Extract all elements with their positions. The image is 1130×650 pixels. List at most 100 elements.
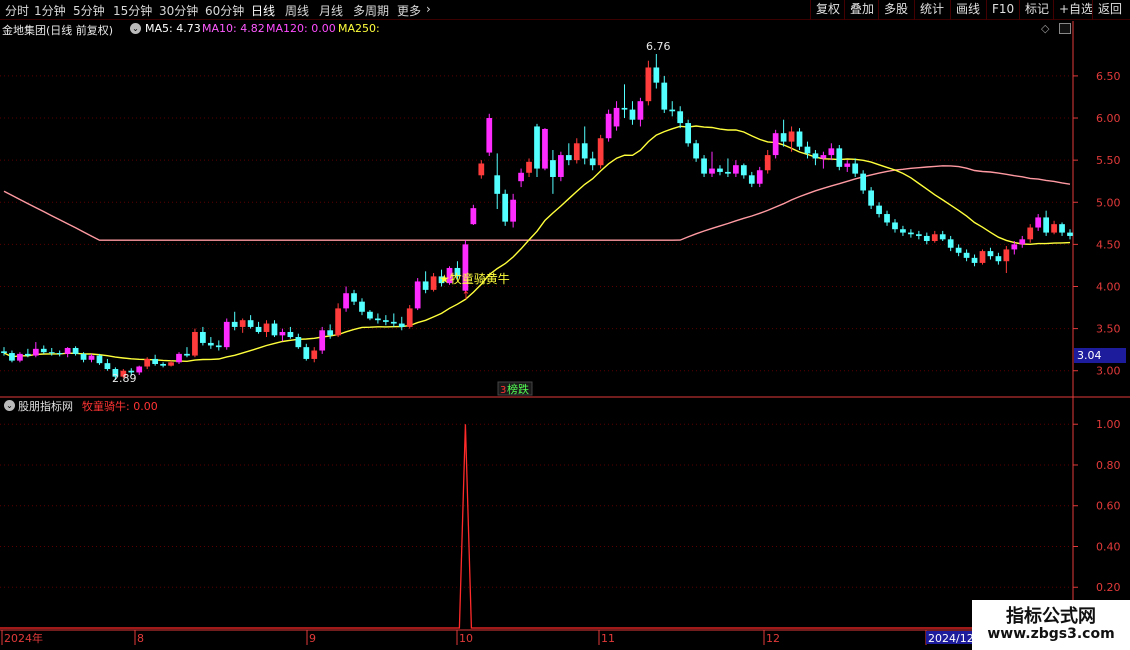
candle-body xyxy=(295,337,302,348)
watermark-url: www.zbgs3.com xyxy=(987,626,1115,642)
candle-body xyxy=(207,342,214,346)
candle-body xyxy=(48,352,55,354)
candle-body xyxy=(645,67,652,102)
candle-body xyxy=(693,143,699,159)
candle-body xyxy=(88,355,95,360)
candle-body xyxy=(828,148,835,156)
candle-body xyxy=(653,67,660,83)
candle-body xyxy=(176,353,182,363)
candle-body xyxy=(1035,217,1042,228)
candle-body xyxy=(335,308,341,336)
candle-body xyxy=(613,107,620,127)
indicator-tick-label: 0.40 xyxy=(1096,540,1121,553)
candle-body xyxy=(160,363,166,366)
candle-body xyxy=(223,321,230,348)
price-tick-label: 6.50 xyxy=(1096,70,1121,83)
candle-body xyxy=(152,358,159,364)
price-tick-label: 6.00 xyxy=(1096,112,1121,125)
candle-body xyxy=(923,235,930,242)
candle-body xyxy=(605,113,612,139)
candle-body xyxy=(327,330,334,336)
candle-body xyxy=(192,331,198,356)
time-tick-label: 2024年 xyxy=(4,631,43,645)
candle-body xyxy=(104,363,111,370)
candle-body xyxy=(772,133,779,156)
candle-body xyxy=(382,320,389,322)
candle-body xyxy=(64,347,71,354)
candle-body xyxy=(748,175,755,184)
price-tick-label: 4.00 xyxy=(1096,280,1121,293)
candle-body xyxy=(263,323,270,332)
candle-body xyxy=(637,101,644,120)
candle-body xyxy=(40,348,47,353)
grid-lines xyxy=(0,21,1130,631)
signal-arrow-icon: ↑ xyxy=(461,289,470,302)
candle-body xyxy=(494,175,501,194)
candle-body xyxy=(764,155,771,171)
candle-body xyxy=(725,171,731,174)
candle-body xyxy=(589,158,596,166)
candle-body xyxy=(72,347,79,354)
candle-body xyxy=(1051,224,1057,233)
candle-body xyxy=(565,155,572,161)
candle-body xyxy=(550,160,556,177)
candle-body xyxy=(963,252,970,258)
candle-body xyxy=(1003,249,1010,262)
candle-body xyxy=(144,358,151,367)
candle-body xyxy=(581,143,588,159)
candle-body xyxy=(287,331,294,338)
candle-body xyxy=(844,163,851,167)
candle-body xyxy=(414,281,421,309)
time-tick-label: 11 xyxy=(601,632,615,645)
candle-body xyxy=(597,138,604,166)
kline-chart[interactable]: ↑ 6.50 6.00 5.50 5.00 4.50 4.00 3.50 3.00 1.00 0.… xyxy=(0,0,1130,650)
candle-body xyxy=(486,118,493,153)
candle-body xyxy=(812,153,819,159)
price-tick-label: 4.50 xyxy=(1096,238,1121,251)
event-badge-number: 3 xyxy=(500,385,506,396)
candle-body xyxy=(343,293,349,309)
candle-body xyxy=(900,229,906,233)
candle-body xyxy=(558,155,564,177)
candle-body xyxy=(677,111,684,124)
candle-body xyxy=(756,170,763,184)
circle-chevron-icon[interactable]: ⌄ xyxy=(4,400,15,411)
price-tick-label: 3.50 xyxy=(1096,323,1121,336)
candle-body xyxy=(25,353,31,356)
time-tick-label: 9 xyxy=(309,632,316,645)
candle-body xyxy=(1011,244,1018,250)
candle-body xyxy=(478,163,485,176)
candle-body xyxy=(17,353,23,361)
candle-body xyxy=(931,234,938,242)
time-axis: 2024年 8 9 10 11 12 2024/12 xyxy=(1,630,974,645)
time-tick-label: 8 xyxy=(137,632,144,645)
candle-body xyxy=(709,168,715,174)
candle-body xyxy=(995,256,1002,262)
candle-body xyxy=(200,331,206,343)
watermark-title: 指标公式网 xyxy=(1006,606,1096,627)
candle-body xyxy=(9,353,15,361)
candle-body xyxy=(740,165,747,176)
candle-body xyxy=(876,205,882,215)
signal-label: ★牧童骑黄牛 xyxy=(439,271,510,286)
candle-body xyxy=(939,234,946,240)
indicator-name: 股朋指标网 xyxy=(18,400,73,413)
candle-body xyxy=(534,126,540,169)
event-badge-text: 榜跌 xyxy=(507,382,529,396)
candle-body xyxy=(979,251,986,263)
candle-body xyxy=(955,247,962,253)
low-price-label: 2.89 xyxy=(112,372,137,385)
candle-body xyxy=(629,109,636,120)
candle-body xyxy=(868,190,874,206)
price-axis: 6.50 6.00 5.50 5.00 4.50 4.00 3.50 3.00 1.00 0.80… xyxy=(1073,70,1121,594)
candle-body xyxy=(136,366,143,373)
candle-body xyxy=(820,155,827,159)
high-price-label: 6.76 xyxy=(646,40,671,53)
candle-body xyxy=(701,158,707,174)
candle-body xyxy=(470,208,477,225)
candle-body xyxy=(947,239,954,248)
candle-body xyxy=(1027,227,1034,240)
candle-body xyxy=(1,351,7,354)
candle-body xyxy=(279,331,286,336)
candle-body xyxy=(542,128,548,169)
